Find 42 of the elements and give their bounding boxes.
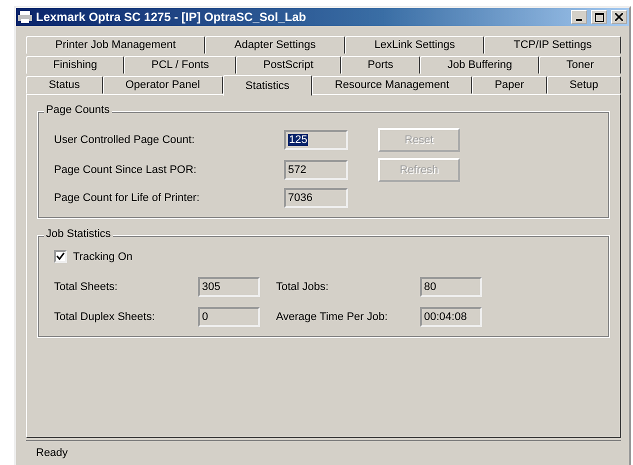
- tab[interactable]: Operator Panel: [102, 76, 223, 94]
- tab[interactable]: Finishing: [26, 56, 124, 74]
- count-field[interactable]: 7036: [284, 188, 348, 208]
- stat-field[interactable]: 80: [420, 277, 482, 297]
- printer-icon: [18, 10, 32, 24]
- tab[interactable]: Toner: [539, 56, 621, 74]
- tab[interactable]: Job Buffering: [420, 56, 540, 74]
- checkbox-label: Tracking On: [73, 250, 133, 262]
- field-label: User Controlled Page Count:: [54, 134, 196, 146]
- tracking-checkbox[interactable]: [54, 250, 67, 263]
- field-label: Page Count Since Last POR:: [54, 164, 198, 176]
- tab[interactable]: TCP/IP Settings: [484, 36, 622, 54]
- field-label: Total Duplex Sheets:: [54, 311, 156, 323]
- tab[interactable]: Paper: [472, 76, 547, 94]
- tab[interactable]: LexLink Settings: [345, 36, 484, 54]
- status-bar: Ready: [26, 440, 621, 465]
- field-label: Total Sheets:: [54, 281, 119, 293]
- tab[interactable]: Resource Management: [312, 76, 472, 94]
- tab[interactable]: Statistics: [222, 75, 312, 96]
- maximize-icon: [594, 12, 604, 22]
- stat-field[interactable]: 305: [198, 277, 260, 297]
- stat-field[interactable]: 0: [198, 307, 260, 327]
- field-label: Average Time Per Job:: [276, 311, 389, 323]
- close-icon: [615, 13, 623, 21]
- field-label: Total Jobs:: [276, 281, 330, 293]
- close-button[interactable]: [611, 10, 627, 24]
- tab[interactable]: Ports: [340, 56, 420, 74]
- minimize-button[interactable]: [571, 10, 587, 24]
- window-title: Lexmark Optra SC 1275 - [IP] OptraSC_Sol_Lab: [36, 10, 308, 24]
- tab[interactable]: Setup: [546, 76, 621, 94]
- tab[interactable]: Adapter Settings: [205, 36, 346, 54]
- tab[interactable]: PCL / Fonts: [124, 56, 236, 74]
- count-field[interactable]: 125: [284, 130, 348, 150]
- group-title: Page Counts: [44, 104, 112, 116]
- group-title: Job Statistics: [44, 228, 113, 240]
- field-label: Page Count for Life of Printer:: [54, 192, 201, 204]
- tab[interactable]: PostScript: [236, 56, 340, 74]
- count-field[interactable]: 572: [284, 160, 348, 180]
- maximize-button[interactable]: [591, 10, 607, 24]
- stat-field[interactable]: 00:04:08: [420, 307, 482, 327]
- tab[interactable]: Printer Job Management: [26, 36, 206, 54]
- tab[interactable]: Status: [26, 76, 103, 94]
